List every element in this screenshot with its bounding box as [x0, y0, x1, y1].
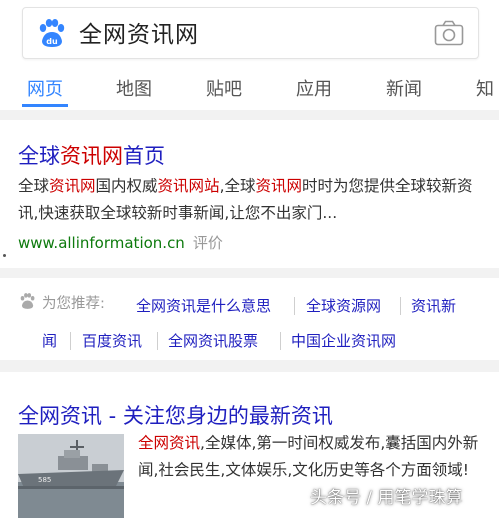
- recommend-item[interactable]: 资讯新: [411, 295, 456, 316]
- recommend-item[interactable]: 闻: [42, 330, 57, 351]
- warship-image: 585: [18, 434, 124, 518]
- header: du 网页 地图 贴吧 应用 新闻 知: [0, 0, 499, 110]
- result-title-text: 首页: [123, 144, 165, 168]
- result-title-text: 全球: [18, 144, 60, 168]
- result-title-link[interactable]: 全球资讯网首页: [18, 140, 165, 170]
- result-abstract: 全球资讯网国内权威资讯网站,全球资讯网时时为您提供全球较新资讯,快速获取全球较新…: [18, 177, 473, 222]
- recommend-item[interactable]: 中国企业资讯网: [291, 330, 396, 351]
- paw-icon: [20, 293, 35, 309]
- divider: [70, 332, 71, 350]
- tab-news[interactable]: 新闻: [386, 75, 422, 101]
- recommend-card: 为您推荐: 全网资讯是什么意思 全球资源网 资讯新 闻 百度资讯 全网资讯股票 …: [0, 278, 499, 360]
- active-tab-indicator: [22, 104, 68, 107]
- dot-marker: [3, 254, 6, 257]
- camera-icon[interactable]: [434, 20, 464, 46]
- result-url-line: www.allinformation.cn 评价: [18, 232, 223, 253]
- search-input[interactable]: [79, 19, 379, 45]
- svg-text:585: 585: [38, 476, 51, 484]
- tab-web[interactable]: 网页: [27, 75, 63, 101]
- result-title-link[interactable]: 全网资讯 - 关注您身边的最新资讯: [18, 400, 333, 430]
- svg-text:du: du: [46, 37, 58, 46]
- tab-bar: 网页 地图 贴吧 应用 新闻 知: [0, 72, 499, 108]
- tab-map[interactable]: 地图: [116, 75, 152, 101]
- tab-tieba[interactable]: 贴吧: [206, 75, 242, 101]
- search-result-card: 全球资讯网首页 全球资讯网国内权威资讯网站,全球资讯网时时为您提供全球较新资讯,…: [0, 120, 499, 268]
- paw-icon: du: [39, 19, 65, 47]
- recommend-item[interactable]: 全网资讯是什么意思: [136, 295, 271, 316]
- search-box[interactable]: du: [22, 7, 479, 59]
- divider: [400, 297, 401, 315]
- result-url[interactable]: www.allinformation.cn: [18, 234, 185, 252]
- recommend-item[interactable]: 百度资讯: [82, 330, 142, 351]
- divider: [157, 332, 158, 350]
- watermark: 头条号 / 用笔学珠算: [310, 488, 463, 508]
- tab-zhidao[interactable]: 知: [476, 75, 494, 101]
- result-title-highlight: 资讯网: [60, 144, 123, 168]
- tab-apps[interactable]: 应用: [296, 75, 332, 101]
- result-thumbnail[interactable]: 585: [18, 434, 124, 518]
- recommend-item[interactable]: 全网资讯股票: [168, 330, 258, 351]
- divider: [280, 332, 281, 350]
- recommend-item[interactable]: 全球资源网: [306, 295, 381, 316]
- divider: [294, 297, 295, 315]
- result-abstract: 全网资讯,全媒体,第一时间权威发布,囊括国内外新闻,社会民生,文体娱乐,文化历史…: [138, 434, 479, 479]
- review-link[interactable]: 评价: [193, 234, 223, 252]
- recommend-label: 为您推荐:: [42, 296, 105, 312]
- result-title-text: 全网资讯 - 关注您身边的最新资讯: [18, 404, 333, 428]
